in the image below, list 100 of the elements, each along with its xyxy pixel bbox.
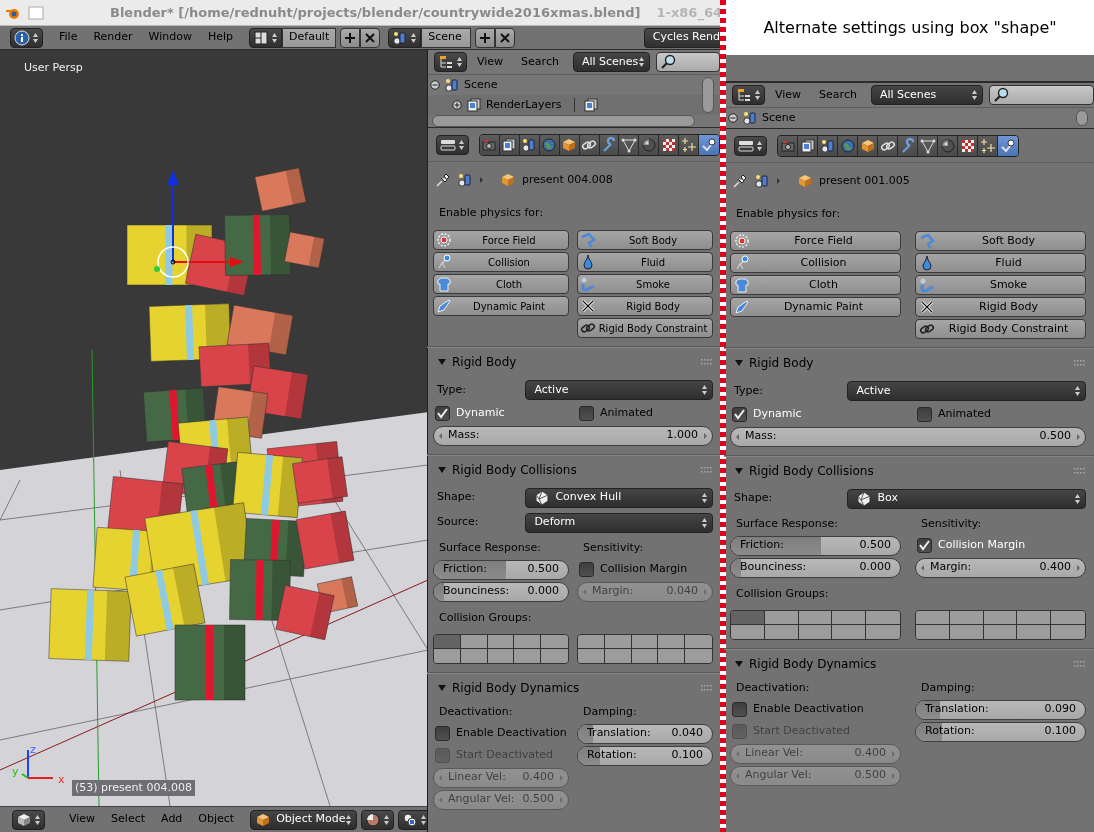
menu-item[interactable]: File bbox=[51, 29, 86, 46]
scene-field[interactable]: Scene bbox=[421, 27, 472, 48]
slider-field[interactable]: Translation: 0.040 bbox=[577, 723, 713, 744]
properties-tab[interactable] bbox=[898, 135, 918, 156]
collision-group-toggle[interactable] bbox=[866, 610, 900, 625]
properties-tab[interactable] bbox=[978, 135, 998, 156]
dropdown[interactable]: Box bbox=[847, 488, 1086, 509]
properties-tab[interactable] bbox=[818, 135, 838, 156]
panel-title[interactable]: Rigid Body bbox=[749, 354, 1069, 372]
physics-button[interactable]: Smoke bbox=[577, 274, 713, 294]
collision-group-toggle[interactable] bbox=[514, 634, 542, 649]
properties-tab[interactable] bbox=[579, 134, 600, 155]
slider-field[interactable]: Bounciness: 0.000 bbox=[433, 581, 569, 602]
properties-tab[interactable] bbox=[998, 135, 1018, 156]
physics-button[interactable]: Rigid Body Constraint bbox=[577, 318, 713, 338]
properties-tab[interactable] bbox=[699, 134, 719, 155]
scrollbar[interactable] bbox=[1076, 110, 1088, 126]
physics-button[interactable]: Fluid bbox=[915, 253, 1086, 273]
collision-group-toggle[interactable] bbox=[731, 610, 765, 625]
slider-field[interactable]: Friction: 0.500 bbox=[730, 535, 901, 556]
slider-field[interactable]: Friction: 0.500 bbox=[433, 559, 569, 580]
menu-item[interactable]: View bbox=[469, 53, 512, 71]
physics-button[interactable]: Soft Body bbox=[915, 231, 1086, 251]
scrollbar[interactable] bbox=[702, 77, 714, 113]
shading-dropdown[interactable] bbox=[361, 809, 395, 830]
collision-group-toggle[interactable] bbox=[949, 610, 984, 625]
collision-group-toggle[interactable] bbox=[604, 634, 632, 649]
checkbox[interactable]: Animated bbox=[915, 406, 1086, 423]
physics-button[interactable]: Dynamic Paint bbox=[433, 296, 569, 316]
properties-tab[interactable] bbox=[958, 135, 978, 156]
collision-group-toggle[interactable] bbox=[764, 610, 799, 625]
checkbox[interactable]: Collision Margin bbox=[577, 561, 713, 578]
collision-group-toggle[interactable] bbox=[983, 610, 1018, 625]
collision-group-toggle[interactable] bbox=[631, 634, 659, 649]
physics-button[interactable]: Smoke bbox=[915, 275, 1086, 295]
collision-group-toggle[interactable] bbox=[578, 634, 605, 649]
menu-item[interactable]: Object bbox=[190, 811, 243, 828]
collision-group-toggle[interactable] bbox=[685, 634, 712, 649]
properties-tab[interactable] bbox=[619, 134, 640, 155]
physics-button[interactable]: Fluid bbox=[577, 252, 713, 272]
screen-layout-field[interactable]: Default bbox=[282, 27, 337, 48]
remove-button[interactable] bbox=[360, 27, 381, 48]
collision-group-toggle[interactable] bbox=[916, 610, 950, 625]
properties-tab[interactable] bbox=[599, 134, 620, 155]
editor-type-button[interactable] bbox=[10, 27, 43, 48]
physics-button[interactable]: Force Field bbox=[730, 231, 901, 251]
filter-dropdown[interactable]: All Scenes bbox=[870, 85, 984, 105]
dropdown[interactable]: Deform bbox=[525, 512, 713, 533]
pivot-dropdown[interactable] bbox=[398, 809, 427, 830]
dropdown[interactable]: Convex Hull bbox=[525, 487, 713, 508]
editor-type-button[interactable] bbox=[436, 134, 469, 155]
properties-tab[interactable] bbox=[798, 135, 818, 156]
tree-item[interactable]: Scene bbox=[762, 109, 796, 127]
collision-group-toggle[interactable] bbox=[658, 634, 686, 649]
collision-group-toggle[interactable] bbox=[1051, 610, 1085, 625]
checkbox[interactable]: Dynamic bbox=[730, 406, 901, 423]
checkbox[interactable]: Dynamic bbox=[433, 405, 569, 422]
tree-item[interactable]: Scene bbox=[464, 76, 498, 94]
collision-group-toggle[interactable] bbox=[541, 634, 568, 649]
number-field[interactable]: Margin: 0.400 bbox=[915, 557, 1086, 578]
properties-tab[interactable] bbox=[480, 134, 500, 155]
physics-button[interactable]: Collision bbox=[730, 253, 901, 273]
collision-group-toggle[interactable] bbox=[434, 634, 461, 649]
remove-button[interactable] bbox=[495, 27, 516, 48]
collision-group-toggle[interactable] bbox=[798, 610, 833, 625]
editor-type-button[interactable] bbox=[732, 85, 765, 105]
add-button[interactable] bbox=[340, 27, 361, 48]
physics-button[interactable]: Soft Body bbox=[577, 230, 713, 250]
properties-tab[interactable] bbox=[679, 134, 700, 155]
menu-item[interactable]: Help bbox=[199, 29, 242, 46]
properties-tab[interactable] bbox=[878, 135, 898, 156]
menu-item[interactable]: Add bbox=[153, 811, 191, 828]
slider-field[interactable]: Bounciness: 0.000 bbox=[730, 557, 901, 578]
menu-item[interactable]: Select bbox=[103, 811, 154, 828]
panel-title[interactable]: Rigid Body Collisions bbox=[749, 461, 1069, 480]
render-engine-dropdown[interactable]: Cycles Rend bbox=[643, 27, 720, 48]
physics-button[interactable]: Collision bbox=[433, 252, 569, 272]
properties-tab[interactable] bbox=[918, 135, 938, 156]
dropdown[interactable]: Active bbox=[525, 380, 713, 400]
browse-button[interactable] bbox=[388, 27, 422, 48]
panel-title[interactable]: Rigid Body bbox=[452, 353, 696, 371]
dropdown[interactable]: Active bbox=[847, 381, 1086, 401]
properties-tab[interactable] bbox=[659, 134, 680, 155]
collision-group-toggle[interactable] bbox=[832, 610, 867, 625]
slider-field[interactable]: Translation: 0.090 bbox=[915, 699, 1086, 720]
checkbox[interactable]: Animated bbox=[577, 405, 713, 422]
physics-button[interactable]: Force Field bbox=[433, 230, 569, 250]
browse-button[interactable] bbox=[249, 27, 283, 48]
collision-group-toggle[interactable] bbox=[487, 634, 515, 649]
number-field[interactable]: Mass: 1.000 bbox=[433, 425, 713, 446]
properties-tab[interactable] bbox=[519, 134, 540, 155]
search-field[interactable] bbox=[656, 52, 720, 72]
properties-tab[interactable] bbox=[938, 135, 958, 156]
physics-button[interactable]: Dynamic Paint bbox=[730, 297, 901, 317]
panel-title[interactable]: Rigid Body Collisions bbox=[452, 460, 696, 479]
physics-button[interactable]: Rigid Body bbox=[577, 296, 713, 316]
panel-title[interactable]: Rigid Body Dynamics bbox=[452, 678, 696, 697]
checkbox[interactable]: Collision Margin bbox=[915, 537, 1086, 554]
mode-dropdown[interactable]: Object Mode bbox=[250, 809, 358, 830]
editor-type-button[interactable] bbox=[12, 809, 45, 830]
